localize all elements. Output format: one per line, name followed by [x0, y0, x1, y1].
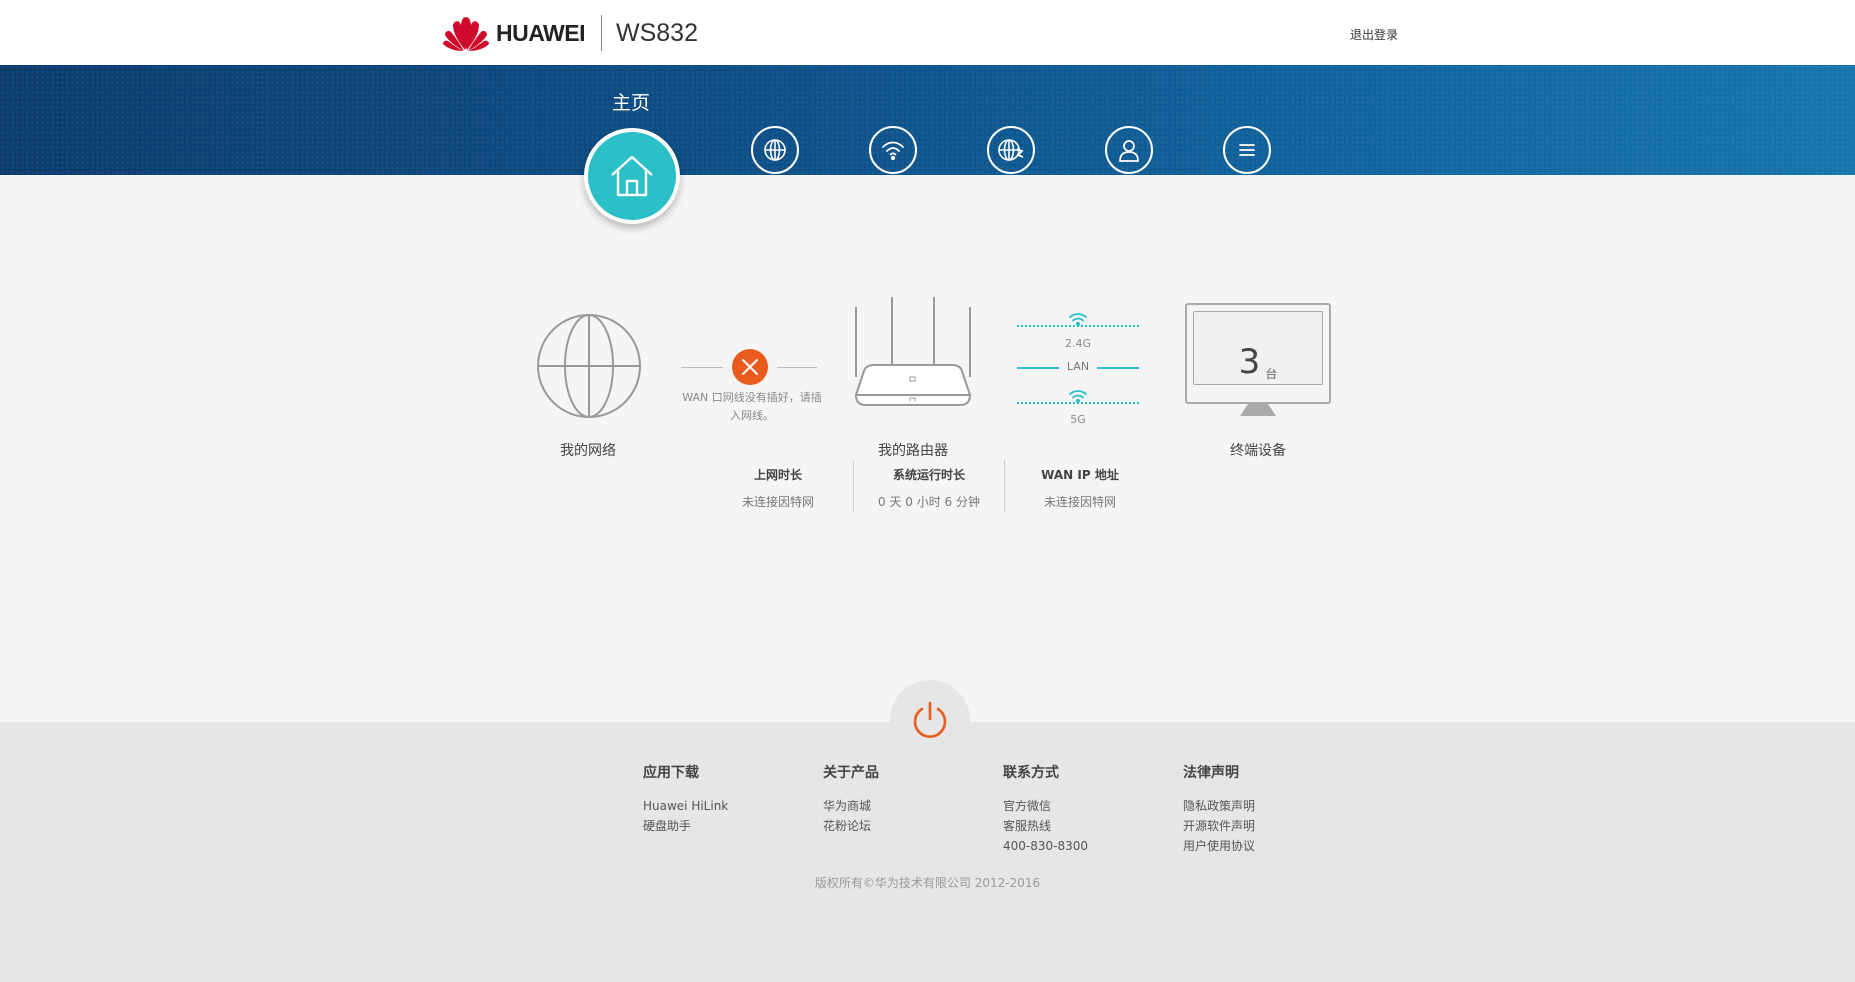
wan-error-icon [732, 349, 768, 385]
power-icon [913, 701, 947, 738]
monitor-stand-icon [1240, 404, 1276, 416]
footer-link-hilink[interactable]: Huawei HiLink [643, 796, 728, 816]
devices-label: 终端设备 [1230, 443, 1286, 459]
footer-link-disk-assistant[interactable]: 硬盘助手 [643, 816, 728, 836]
footer-link-forum[interactable]: 花粉论坛 [823, 816, 879, 836]
wan-ip-value: 未连接因特网 [1043, 495, 1116, 509]
page-footer [0, 722, 1855, 982]
online-time-value: 未连接因特网 [741, 495, 814, 509]
globe-gear-icon [998, 139, 1024, 161]
band-5g-label: 5G [1070, 413, 1086, 426]
footer-heading: 联系方式 [1003, 765, 1059, 781]
home-icon [611, 155, 653, 197]
menu-icon [1239, 144, 1255, 156]
band-24g-label: 2.4G [1064, 337, 1092, 350]
wifi-24g-icon [1069, 313, 1087, 326]
wan-line-left [681, 367, 723, 368]
nav-home-button[interactable] [584, 128, 680, 224]
nav-internet-button[interactable] [751, 126, 799, 174]
devices-unit: 台 [1265, 367, 1278, 381]
lan-label: LAN [1066, 360, 1090, 373]
model-name: WS832 [616, 18, 698, 47]
lan-line-left [1017, 367, 1059, 369]
footer-column-download: 应用下载 Huawei HiLink 硬盘助手 [643, 762, 728, 836]
copyright-text: 版权所有©华为技术有限公司 2012-2016 [814, 876, 1041, 890]
brand-logo: HUAWEI WS832 [442, 14, 698, 52]
footer-column-contact: 联系方式 官方微信 客服热线 400-830-8300 [1003, 762, 1088, 856]
footer-link-opensource[interactable]: 开源软件声明 [1183, 816, 1255, 836]
power-button[interactable] [890, 680, 970, 760]
logout-link[interactable]: 退出登录 [1350, 26, 1398, 43]
online-time-title: 上网时长 [753, 468, 802, 482]
lan-line-right [1097, 367, 1139, 369]
uptime-title: 系统运行时长 [892, 468, 965, 482]
footer-link-privacy[interactable]: 隐私政策声明 [1183, 796, 1255, 816]
footer-hotline-number: 400-830-8300 [1003, 839, 1089, 853]
globe-icon [764, 139, 786, 161]
user-icon [1119, 140, 1139, 162]
wan-line-right [777, 367, 817, 368]
nav-active-title: 主页 [612, 92, 651, 114]
footer-heading: 关于产品 [823, 765, 879, 781]
brand-name: HUAWEI [496, 19, 586, 46]
devices-screen: 3 台 [1193, 311, 1323, 385]
my-network-label: 我的网络 [560, 443, 616, 459]
nav-network-settings-button[interactable] [987, 126, 1035, 174]
nav-more-button[interactable] [1223, 126, 1271, 174]
footer-heading: 法律声明 [1183, 765, 1239, 781]
router-label: 我的路由器 [878, 443, 948, 459]
uptime-value: 0 天 0 小时 6 分钟 [878, 495, 980, 509]
stats-divider [1004, 460, 1005, 512]
huawei-flower-logo [443, 17, 489, 51]
footer-column-legal: 法律声明 隐私政策声明 开源软件声明 用户使用协议 [1183, 762, 1255, 856]
wifi-icon [882, 141, 904, 161]
router-icon [854, 297, 972, 406]
nav-wifi-button[interactable] [869, 126, 917, 174]
wan-ip-title: WAN IP 地址 [1041, 468, 1119, 482]
logo-divider [601, 15, 602, 51]
top-header: HUAWEI WS832 退出登录 [0, 0, 1855, 65]
network-globe-icon [537, 314, 641, 418]
footer-link-user-agreement[interactable]: 用户使用协议 [1183, 836, 1255, 856]
footer-link-wechat[interactable]: 官方微信 [1003, 796, 1088, 816]
nav-banner [0, 65, 1855, 175]
footer-heading: 应用下载 [643, 765, 699, 781]
nav-user-button[interactable] [1105, 126, 1153, 174]
wifi-5g-icon [1069, 390, 1087, 403]
footer-column-product: 关于产品 华为商城 花粉论坛 [823, 762, 879, 836]
footer-link-vmall[interactable]: 华为商城 [823, 796, 879, 816]
wan-error-text: WAN 口网线没有插好，请插入网线。 [682, 391, 822, 422]
footer-link-hotline[interactable]: 客服热线 [1003, 816, 1088, 836]
devices-monitor[interactable]: 3 台 [1185, 303, 1331, 404]
stats-divider [853, 460, 854, 512]
devices-count: 3 [1238, 342, 1261, 382]
